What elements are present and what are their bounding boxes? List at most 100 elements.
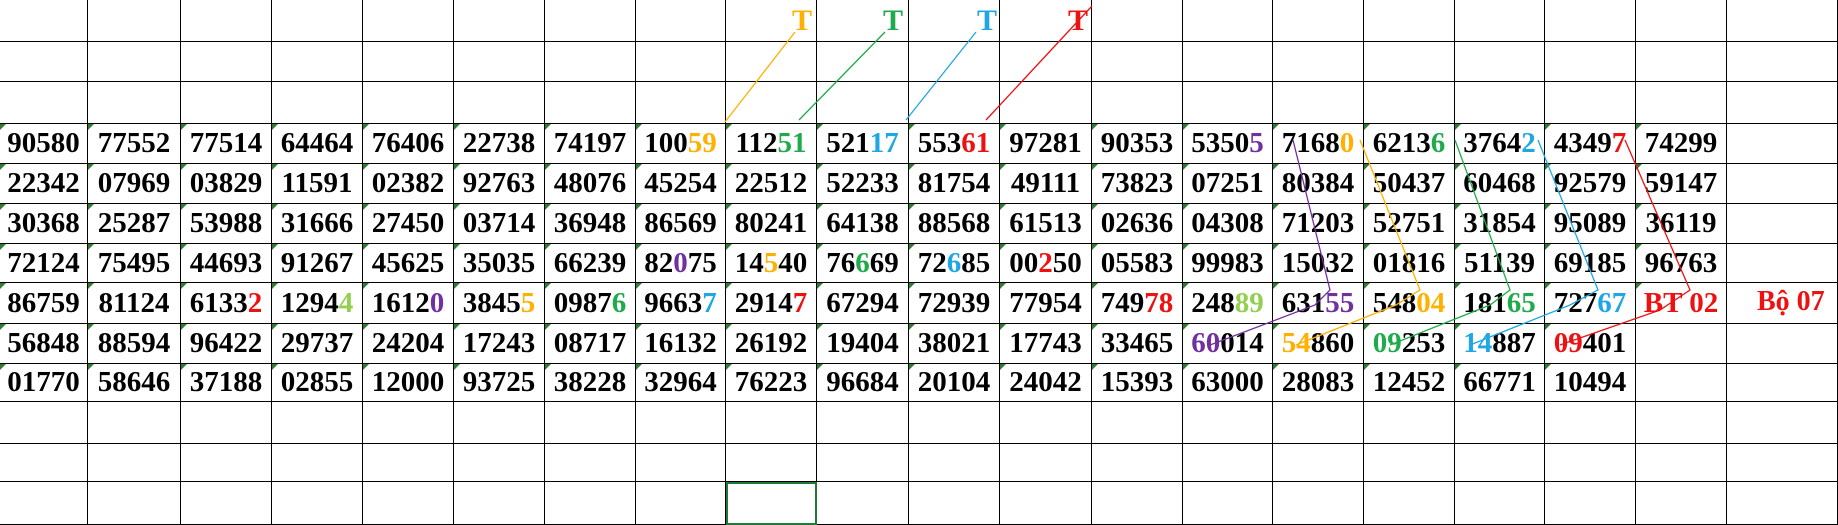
sheet-cell[interactable] (1727, 82, 1838, 124)
number-cell[interactable]: 45254 (636, 164, 726, 204)
sheet-cell[interactable] (1000, 82, 1092, 124)
number-cell[interactable]: 63000 (1183, 364, 1273, 402)
sheet-cell[interactable] (545, 82, 636, 124)
sheet-cell[interactable] (1273, 42, 1364, 82)
sheet-cell[interactable] (1727, 0, 1838, 42)
number-cell[interactable]: 38021 (909, 324, 1000, 364)
number-cell[interactable]: 95089 (1545, 204, 1636, 244)
number-cell[interactable]: 2914 7 (726, 283, 817, 324)
number-cell[interactable]: 58646 (88, 364, 181, 402)
sheet-cell[interactable] (88, 482, 181, 525)
number-cell[interactable]: 05583 (1092, 244, 1183, 283)
number-cell[interactable]: 01770 (0, 364, 88, 402)
number-cell[interactable]: 12000 (363, 364, 454, 402)
sheet-cell[interactable] (454, 0, 545, 42)
sheet-cell[interactable] (454, 482, 545, 525)
sheet-cell[interactable] (88, 42, 181, 82)
number-cell[interactable]: 69185 (1545, 244, 1636, 283)
number-cell[interactable]: 14 887 (1455, 324, 1545, 364)
number-cell[interactable]: 77514 (181, 124, 272, 164)
sheet-cell[interactable] (636, 444, 726, 482)
number-cell[interactable]: 38228 (545, 364, 636, 402)
number-cell[interactable]: 07969 (88, 164, 181, 204)
sheet-cell[interactable] (181, 444, 272, 482)
sheet-cell[interactable] (363, 82, 454, 124)
number-cell[interactable]: 86569 (636, 204, 726, 244)
number-cell[interactable]: 0987 6 (545, 283, 636, 324)
number-cell[interactable]: 77552 (88, 124, 181, 164)
number-cell[interactable]: 03714 (454, 204, 545, 244)
sheet-cell[interactable] (1364, 444, 1455, 482)
sheet-cell[interactable] (181, 42, 272, 82)
sheet-cell[interactable] (1092, 82, 1183, 124)
number-cell[interactable]: 100 59 (636, 124, 726, 164)
number-cell[interactable]: 33465 (1092, 324, 1183, 364)
sheet-cell[interactable] (1455, 82, 1545, 124)
number-cell[interactable]: 1612 0 (363, 283, 454, 324)
sheet-cell[interactable] (1364, 482, 1455, 525)
number-cell[interactable]: 548 04 (1364, 283, 1455, 324)
number-cell[interactable]: 92579 (1545, 164, 1636, 204)
sheet-cell[interactable] (363, 0, 454, 42)
number-cell[interactable]: 07251 (1183, 164, 1273, 204)
sheet-cell[interactable] (1545, 42, 1636, 82)
sheet-cell[interactable] (363, 402, 454, 444)
sheet-cell[interactable] (0, 444, 88, 482)
number-cell[interactable]: 64464 (272, 124, 363, 164)
number-cell[interactable]: 31666 (272, 204, 363, 244)
sheet-cell[interactable] (909, 482, 1000, 525)
sheet-cell[interactable] (726, 444, 817, 482)
sheet-cell[interactable] (0, 482, 88, 525)
sheet-cell[interactable] (636, 0, 726, 42)
sheet-cell[interactable] (1273, 0, 1364, 42)
number-cell[interactable]: 72939 (909, 283, 1000, 324)
sheet-cell[interactable] (1183, 482, 1273, 525)
selected-cell[interactable] (726, 482, 817, 525)
number-cell[interactable]: 12452 (1364, 364, 1455, 402)
sheet-cell[interactable] (1183, 0, 1273, 42)
sheet-cell[interactable] (1183, 444, 1273, 482)
sheet-cell[interactable] (1364, 42, 1455, 82)
sheet-cell[interactable] (454, 402, 545, 444)
sheet-cell[interactable] (636, 42, 726, 82)
sheet-cell[interactable] (0, 402, 88, 444)
number-cell[interactable]: 4349 7 (1545, 124, 1636, 164)
sheet-cell[interactable] (817, 444, 909, 482)
number-cell[interactable]: 52751 (1364, 204, 1455, 244)
number-cell[interactable]: 93725 (454, 364, 545, 402)
number-cell[interactable]: 73823 (1092, 164, 1183, 204)
number-cell[interactable]: 6133 2 (181, 283, 272, 324)
number-cell[interactable]: 81754 (909, 164, 1000, 204)
number-cell[interactable]: 181 65 (1455, 283, 1545, 324)
number-cell[interactable]: 521 17 (817, 124, 909, 164)
number-cell[interactable]: 248 89 (1183, 283, 1273, 324)
number-cell[interactable]: 17243 (454, 324, 545, 364)
sheet-cell[interactable] (1545, 402, 1636, 444)
sheet-cell[interactable] (1727, 164, 1838, 204)
number-cell[interactable]: 66239 (545, 244, 636, 283)
number-cell[interactable]: 75495 (88, 244, 181, 283)
number-cell[interactable]: 45625 (363, 244, 454, 283)
sheet-cell[interactable] (545, 42, 636, 82)
number-cell[interactable]: 72 6 85 (909, 244, 1000, 283)
sheet-cell[interactable] (817, 42, 909, 82)
sheet-cell[interactable] (636, 82, 726, 124)
number-cell[interactable]: 80241 (726, 204, 817, 244)
sheet-cell[interactable] (454, 444, 545, 482)
sheet-cell[interactable] (1636, 444, 1727, 482)
number-cell[interactable]: 02636 (1092, 204, 1183, 244)
sheet-cell[interactable] (454, 42, 545, 82)
number-cell[interactable]: 30368 (0, 204, 88, 244)
number-cell[interactable]: 02855 (272, 364, 363, 402)
sheet-cell[interactable] (909, 82, 1000, 124)
sheet-cell[interactable] (1455, 42, 1545, 82)
number-cell[interactable]: 36119 (1636, 204, 1727, 244)
number-cell[interactable]: 3764 2 (1455, 124, 1545, 164)
number-cell[interactable]: 631 55 (1273, 283, 1364, 324)
sheet-cell[interactable] (1727, 364, 1838, 402)
number-cell[interactable]: 72124 (0, 244, 88, 283)
number-cell[interactable]: 97281 (1000, 124, 1092, 164)
number-cell[interactable]: 22738 (454, 124, 545, 164)
number-cell[interactable]: 90580 (0, 124, 88, 164)
number-cell[interactable]: 76406 (363, 124, 454, 164)
